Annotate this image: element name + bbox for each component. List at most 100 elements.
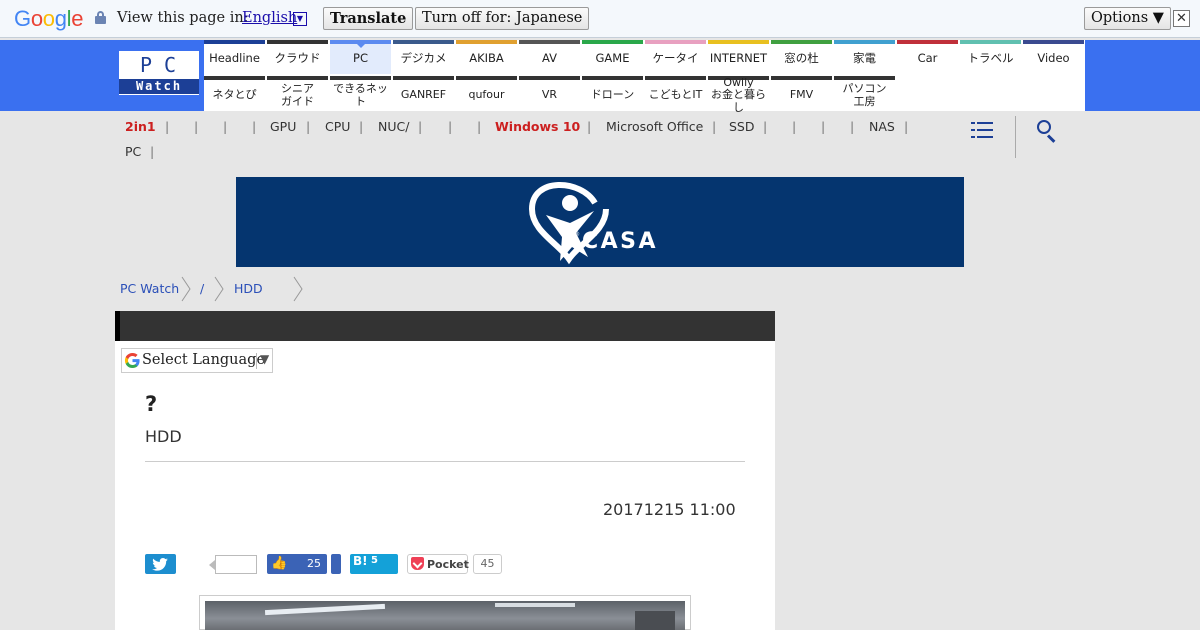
tag-link[interactable]: Windows 10 — [495, 119, 580, 134]
thumbs-up-icon: 👍 — [271, 556, 288, 571]
nav-item[interactable]: qufour — [456, 76, 517, 111]
google-logo: Google — [14, 6, 83, 32]
nav-item-label: シニア ガイド — [281, 81, 314, 108]
nav-item[interactable]: GANREF — [393, 76, 454, 111]
nav-item[interactable]: 家電 — [834, 40, 895, 74]
nav-item-label: GAME — [595, 51, 630, 66]
nav-item-label: 家電 — [853, 51, 876, 66]
nav-item[interactable]: PC — [330, 40, 391, 74]
select-language-dropdown[interactable]: Select Language ▼ — [121, 348, 273, 373]
nav-item-label: デジカメ — [400, 51, 447, 66]
nav-item-label: トラベル — [967, 51, 1014, 66]
tag-separator: | — [477, 119, 482, 134]
language-select[interactable]: English — [242, 10, 297, 26]
nav-item-label: GANREF — [400, 88, 447, 102]
tag-link[interactable]: Microsoft Office — [606, 119, 703, 134]
nav-item[interactable]: ケータイ — [645, 40, 706, 74]
pocket-count: 45 — [473, 554, 502, 574]
nav-item[interactable]: クラウド — [267, 40, 328, 74]
article-date: 20171215 11:00 — [603, 500, 736, 519]
language-dropdown-icon[interactable]: ▼ — [293, 12, 307, 26]
translate-button[interactable]: Translate — [323, 7, 414, 30]
tweet-count-box — [209, 555, 257, 574]
breadcrumb-home[interactable]: PC Watch — [120, 281, 179, 296]
nav-item-label: AV — [542, 51, 557, 66]
tag-link[interactable]: NAS — [869, 119, 895, 134]
nav-item-label: 窓の杜 — [784, 51, 819, 66]
nav-item-label: AKIBA — [469, 51, 504, 66]
breadcrumb-category[interactable]: / — [200, 281, 204, 296]
breadcrumb-chevron-icon — [181, 276, 191, 302]
nav-item[interactable]: INTERNET — [708, 40, 769, 74]
hatena-count: 5 — [371, 555, 378, 566]
nav-item-label: Car — [917, 51, 938, 66]
article-header-bar — [115, 311, 775, 341]
nav-item[interactable]: AV — [519, 40, 580, 74]
google-g-icon — [124, 352, 140, 369]
tag-link[interactable]: NUC/ — [378, 119, 409, 134]
nav-item[interactable]: シニア ガイド — [267, 76, 328, 111]
nav-item[interactable]: VR — [519, 76, 580, 111]
tag-separator: | — [587, 119, 592, 134]
nav-item-label: パソコン 工房 — [842, 81, 887, 108]
hatena-bookmark-button[interactable]: B! 5 — [350, 554, 398, 574]
options-button[interactable]: Options ▼ — [1084, 7, 1171, 30]
nav-item-label: FMV — [789, 88, 814, 102]
tag-separator: | — [359, 119, 364, 134]
tag-separator: | — [712, 119, 717, 134]
tag-separator: | — [418, 119, 423, 134]
close-icon[interactable]: ✕ — [1173, 10, 1190, 27]
article-title: ? — [145, 392, 158, 416]
banner-text: CASA — [582, 229, 659, 254]
search-icon[interactable] — [1037, 120, 1059, 143]
nav-item[interactable]: Car — [897, 40, 958, 74]
nav-item[interactable]: FMV — [771, 76, 832, 111]
tag-separator: | — [763, 119, 768, 134]
nav-item[interactable]: Headline — [204, 40, 265, 74]
nav-item[interactable]: AKIBA — [456, 40, 517, 74]
nav-item-label: INTERNET — [709, 51, 768, 66]
tag-separator: | — [448, 119, 453, 134]
facebook-like-button[interactable]: 👍 25 — [267, 554, 327, 574]
pocket-icon — [411, 557, 424, 570]
nav-item-label: PC — [353, 51, 368, 66]
nav-item[interactable]: GAME — [582, 40, 643, 74]
nav-item[interactable]: デジカメ — [393, 40, 454, 74]
tag-separator: | — [223, 119, 228, 134]
pocket-label: Pocket — [427, 558, 469, 571]
tag-link[interactable]: GPU — [270, 119, 296, 134]
tag-link[interactable]: SSD — [729, 119, 755, 134]
nav-item[interactable]: パソコン 工房 — [834, 76, 895, 111]
nav-item[interactable]: Video — [1023, 40, 1084, 74]
tag-separator: | — [821, 119, 826, 134]
nav-item-label: クラウド — [274, 51, 321, 66]
like-count: 25 — [307, 557, 321, 570]
pc-watch-logo[interactable]: PC Watch — [119, 51, 199, 95]
pocket-button[interactable]: Pocket — [407, 554, 469, 574]
nav-item-label: ケータイ — [652, 51, 699, 66]
tag-separator: | — [150, 144, 155, 159]
google-logo-letter: o — [30, 6, 43, 31]
facebook-share-button[interactable] — [331, 554, 341, 574]
article-photo[interactable] — [205, 601, 685, 630]
tag-link[interactable]: PC — [125, 144, 141, 159]
header-divider — [1015, 116, 1016, 158]
logo-pc-text: PC — [139, 53, 189, 77]
nav-item-label: VR — [541, 88, 558, 102]
tag-link[interactable]: 2in1 — [125, 119, 156, 134]
nav-item-label: Video — [1037, 51, 1070, 66]
google-logo-letter: o — [42, 6, 55, 31]
nav-item[interactable]: ドローン — [582, 76, 643, 111]
turn-off-button[interactable]: Turn off for: Japanese — [415, 7, 590, 30]
lock-icon — [95, 11, 106, 24]
tag-separator: | — [165, 119, 170, 134]
nav-item[interactable]: こどもとIT — [645, 76, 706, 111]
nav-item[interactable]: トラベル — [960, 40, 1021, 74]
menu-icon[interactable] — [971, 121, 993, 139]
nav-item[interactable]: ネタとぴ — [204, 76, 265, 111]
nav-item[interactable]: 窓の杜 — [771, 40, 832, 74]
breadcrumb-current[interactable]: HDD — [234, 281, 263, 296]
nav-item[interactable]: できるネット — [330, 76, 391, 111]
tag-link[interactable]: CPU — [325, 119, 350, 134]
nav-item[interactable]: Owlly お金と暮らし — [708, 76, 769, 114]
